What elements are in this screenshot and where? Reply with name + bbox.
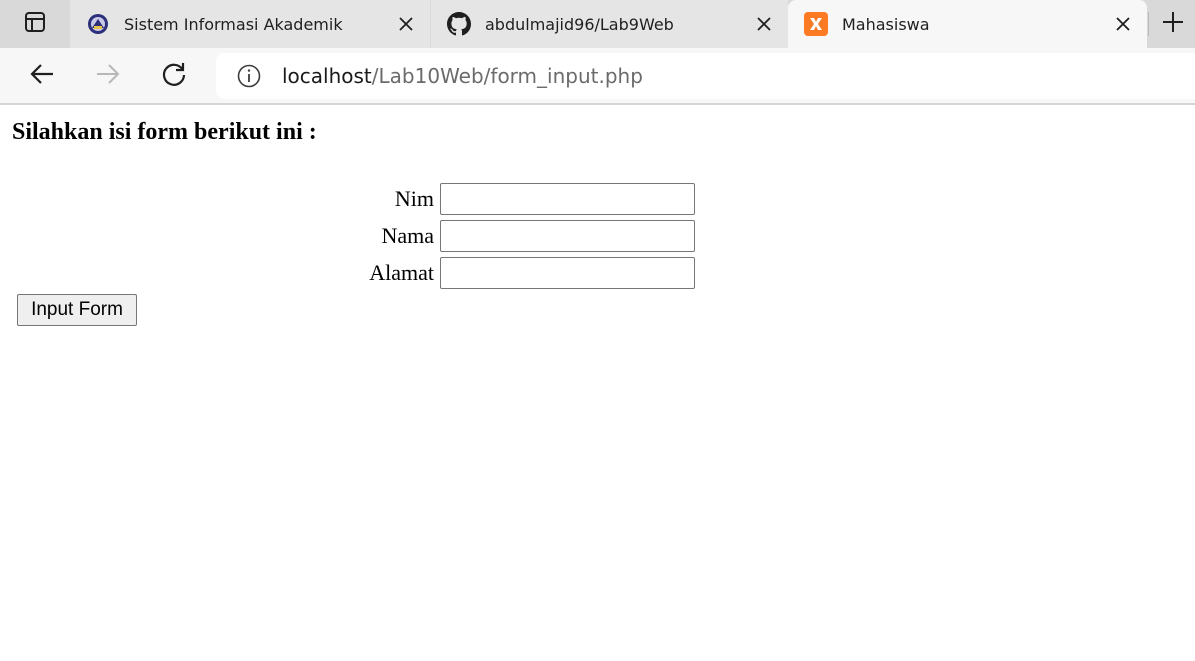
form-row-nim: Nim <box>0 183 700 215</box>
address-bar[interactable]: localhost/Lab10Web/form_input.php <box>216 53 1195 99</box>
github-icon <box>447 12 471 36</box>
tab-actions-icon <box>24 11 46 37</box>
refresh-icon <box>161 61 187 91</box>
page-content: Silahkan isi form berikut ini : Nim Nama… <box>0 107 1195 661</box>
page-title: Silahkan isi form berikut ini : <box>12 119 317 145</box>
form-row-alamat: Alamat <box>0 257 700 289</box>
url-text: localhost/Lab10Web/form_input.php <box>282 64 643 88</box>
form-row-nama: Nama <box>0 220 700 252</box>
university-logo-icon <box>86 12 110 36</box>
nama-label: Nama <box>381 223 434 248</box>
close-icon[interactable] <box>1109 10 1137 38</box>
tab-title: abdulmajid96/Lab9Web <box>485 14 674 34</box>
tab-mahasiswa[interactable]: Mahasiswa <box>788 0 1147 48</box>
xampp-icon <box>804 12 828 36</box>
nim-label: Nim <box>394 186 434 211</box>
tab-title: Sistem Informasi Akademik <box>124 14 343 34</box>
close-icon[interactable] <box>750 10 778 38</box>
info-icon[interactable] <box>236 63 262 89</box>
alamat-label: Alamat <box>369 260 434 285</box>
input-form-button[interactable]: Input Form <box>17 294 137 326</box>
arrow-right-icon <box>95 61 121 91</box>
arrow-left-icon <box>29 61 55 91</box>
tab-title: Mahasiswa <box>842 14 930 34</box>
browser-toolbar: localhost/Lab10Web/form_input.php <box>0 48 1195 105</box>
nim-input[interactable] <box>440 183 695 215</box>
back-button[interactable] <box>24 58 60 94</box>
forward-button[interactable] <box>90 58 126 94</box>
tab-strip: Sistem Informasi Akademik abdulmajid96/L… <box>0 0 1195 48</box>
tab-divider <box>1148 12 1149 36</box>
reload-button[interactable] <box>156 58 192 94</box>
tab-github-lab9web[interactable]: abdulmajid96/Lab9Web <box>431 0 788 48</box>
new-tab-button[interactable] <box>1151 4 1195 44</box>
tab-actions-button[interactable] <box>0 0 70 48</box>
plus-icon <box>1162 11 1184 37</box>
close-icon[interactable] <box>392 10 420 38</box>
url-host: localhost <box>282 64 372 88</box>
url-path: /Lab10Web/form_input.php <box>371 64 643 88</box>
nama-input[interactable] <box>440 220 695 252</box>
tab-sistem-informasi-akademik[interactable]: Sistem Informasi Akademik <box>70 0 430 48</box>
alamat-input[interactable] <box>440 257 695 289</box>
